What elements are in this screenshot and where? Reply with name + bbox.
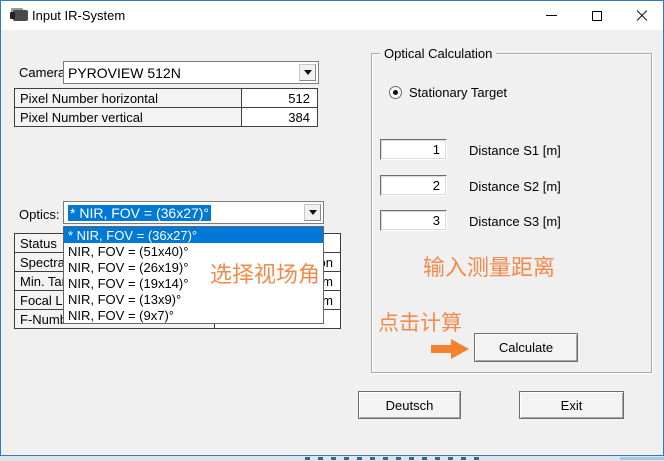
stationary-target-label: Stationary Target [409,85,507,100]
annotation-select-fov: 选择视场角 [210,257,320,289]
stationary-target-radio[interactable] [389,86,402,99]
optics-combobox-value: * NIR, FOV = (36x27)° [68,205,211,221]
pixel-table-value: 384 [242,108,317,126]
maximize-button[interactable] [580,1,614,30]
camera-combobox-arrow[interactable] [299,64,316,81]
chevron-down-icon [304,70,312,75]
ir-camera-app-icon [10,8,28,23]
annotation-enter-distance: 输入测量距离 [423,250,555,282]
annotation-click-calculate: 点击计算 [378,307,462,337]
radio-dot-icon [393,90,398,95]
pixel-table-label: Pixel Number horizontal [15,89,241,107]
pixel-table-label: Pixel Number vertical [15,108,241,126]
pixel-number-table: Pixel Number horizontal 512 Pixel Number… [14,88,318,127]
titlebar: Input IR-System [1,1,663,30]
optics-combobox[interactable]: * NIR, FOV = (36x27)° [63,201,324,224]
camera-combobox[interactable]: PYROVIEW 512N [63,61,319,84]
camera-combobox-value: PYROVIEW 512N [68,65,181,81]
maximize-icon [592,11,602,21]
chevron-down-icon [309,210,317,215]
window-title: Input IR-System [32,8,125,23]
pixel-table-value: 512 [242,89,317,107]
group-title: Optical Calculation [380,46,496,61]
deutsch-button[interactable]: Deutsch [358,391,461,419]
distance-s3-input[interactable] [380,210,447,231]
dialog-window: Input IR-System Camera: PYROVIEW 512N Pi… [0,0,664,456]
background-window-fragment [620,457,664,460]
distance-s1-input[interactable] [380,139,447,160]
optics-option[interactable]: NIR, FOV = (9x7)° [64,307,323,323]
distance-s2-input[interactable] [380,175,447,196]
optics-label: Optics: [19,207,59,222]
exit-button-label: Exit [561,398,583,413]
distance-s1-label: Distance S1 [m] [469,143,561,158]
optics-option[interactable]: NIR, FOV = (13x9)° [64,291,323,307]
close-icon [636,10,648,22]
deutsch-button-label: Deutsch [386,398,434,413]
distance-s3-label: Distance S3 [m] [469,214,561,229]
background-strip [0,456,664,461]
calculate-button[interactable]: Calculate [474,333,578,362]
minimize-icon [546,15,557,16]
exit-button[interactable]: Exit [519,391,624,419]
close-button[interactable] [625,1,659,30]
minimize-button[interactable] [534,1,568,30]
calculate-button-label: Calculate [499,340,553,355]
optics-option[interactable]: * NIR, FOV = (36x27)° [64,227,323,243]
background-window-fragment [305,457,480,460]
distance-s2-label: Distance S2 [m] [469,179,561,194]
camera-label: Camera: [19,65,69,80]
orange-arrow-icon [431,339,469,359]
optics-combobox-arrow[interactable] [304,204,321,221]
